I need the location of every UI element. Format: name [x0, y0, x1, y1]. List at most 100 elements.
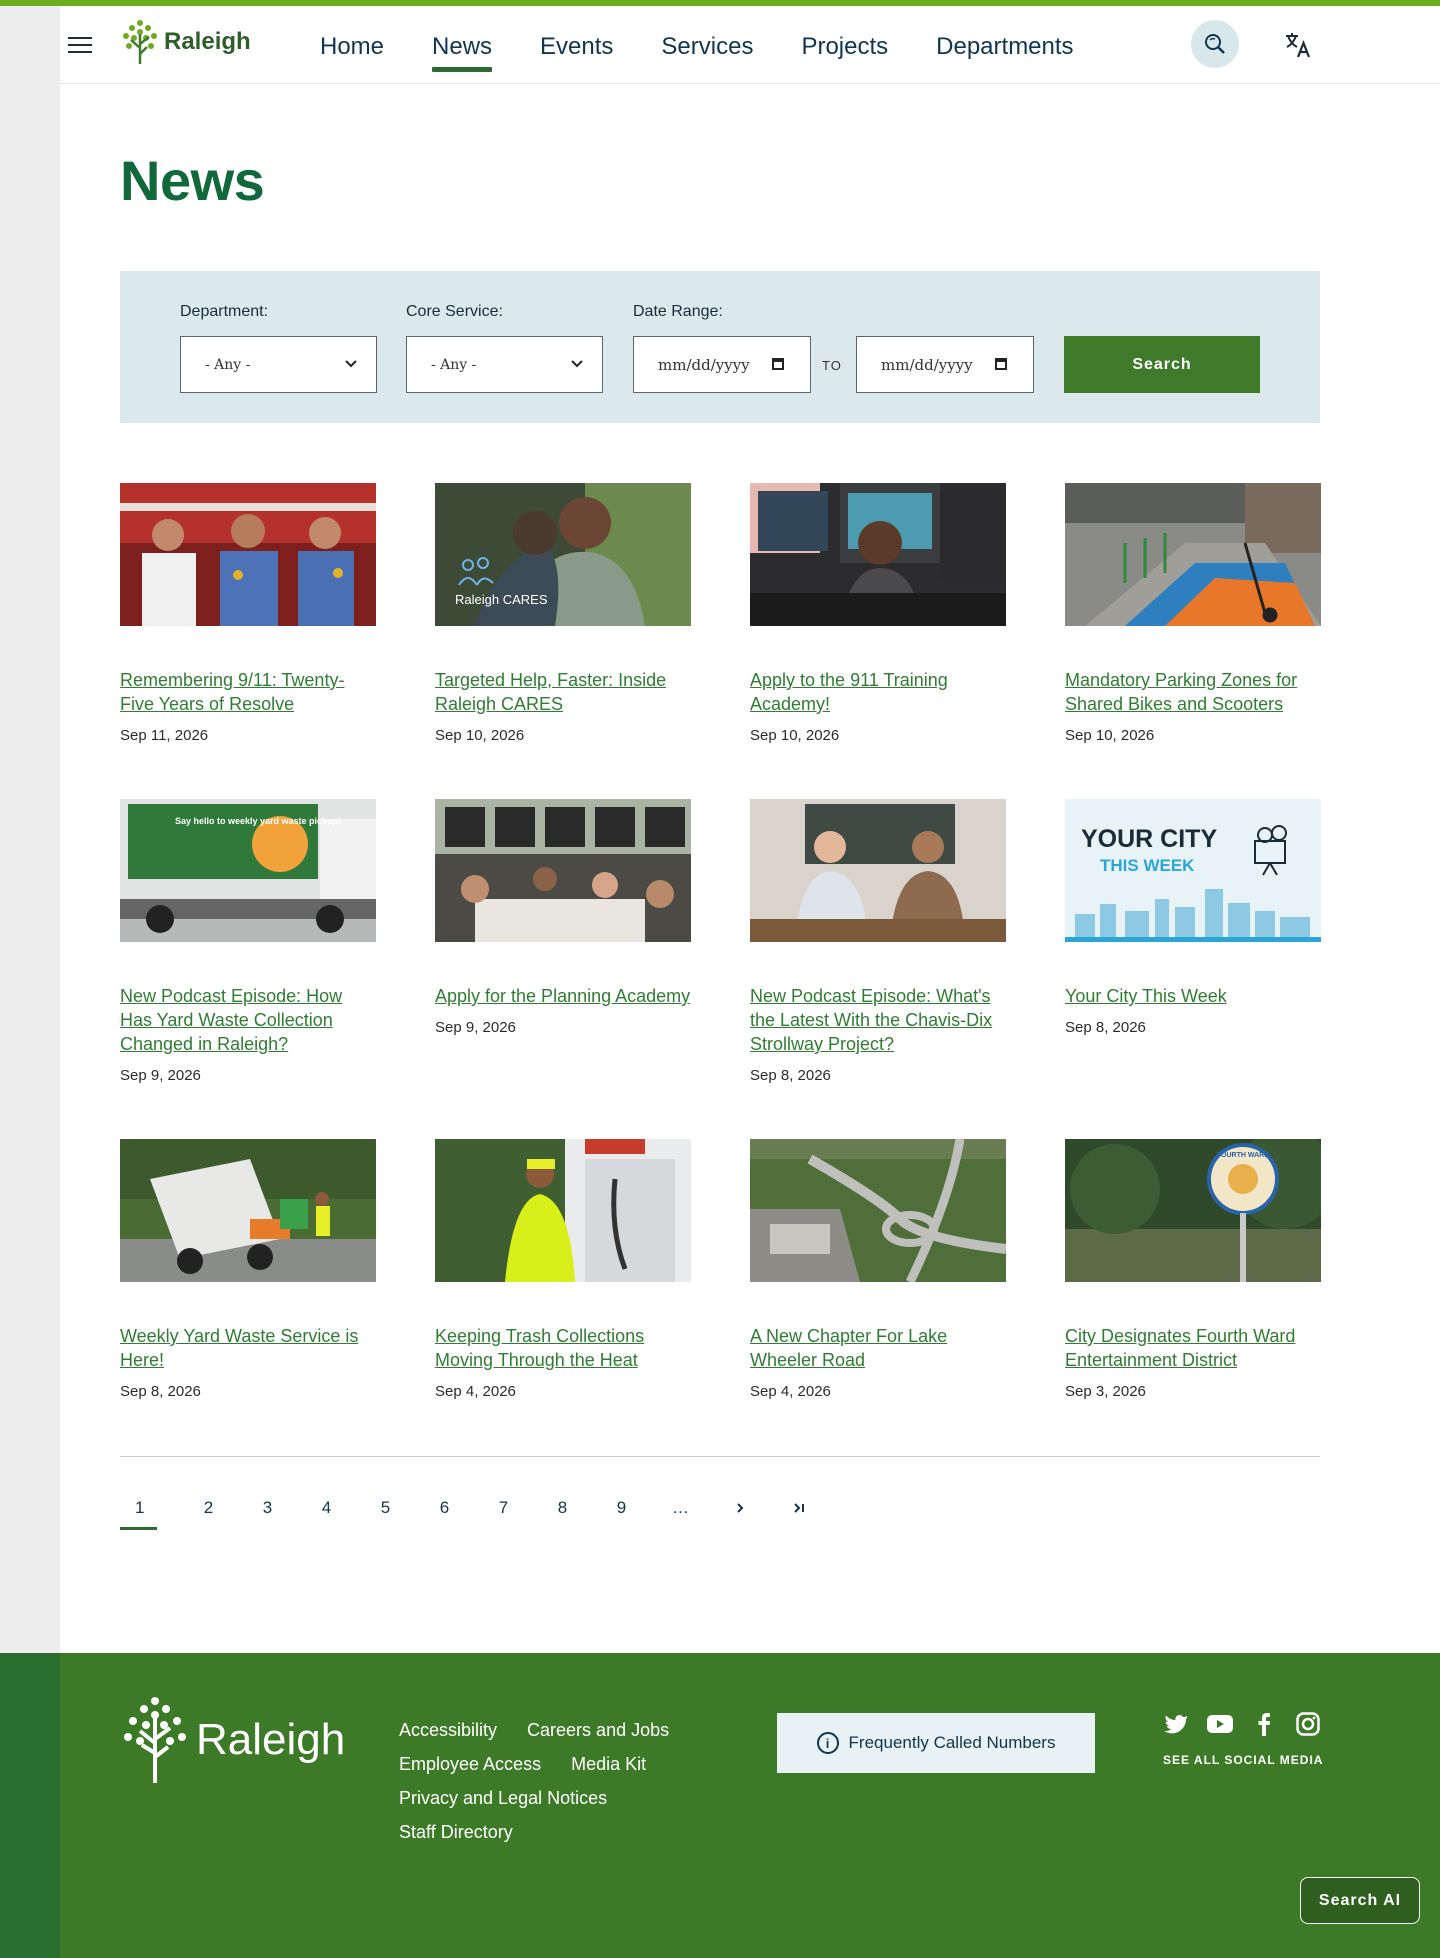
- news-card-date: Sep 10, 2026: [1065, 727, 1155, 744]
- core-service-select[interactable]: - Any -: [406, 336, 603, 393]
- news-card-image[interactable]: [1065, 483, 1321, 626]
- twitter-icon[interactable]: [1163, 1711, 1189, 1737]
- news-card-image[interactable]: FOURTH WARD: [1065, 1139, 1321, 1282]
- calendar-icon[interactable]: [772, 358, 784, 370]
- date-to-field[interactable]: mm/dd/yyyy: [856, 336, 1034, 393]
- footer-link-staff-directory[interactable]: Staff Directory: [399, 1822, 513, 1843]
- nav-item-services[interactable]: Services: [637, 24, 777, 70]
- news-card-date: Sep 3, 2026: [1065, 1383, 1146, 1400]
- news-card-date: Sep 4, 2026: [435, 1383, 516, 1400]
- news-card: A New Chapter For Lake Wheeler Road Sep …: [750, 1139, 1006, 1400]
- news-card-image[interactable]: [435, 1139, 691, 1282]
- news-card-title[interactable]: Keeping Trash Collections Moving Through…: [435, 1324, 691, 1372]
- news-card: Keeping Trash Collections Moving Through…: [435, 1139, 691, 1400]
- news-card-date: Sep 9, 2026: [435, 1019, 516, 1036]
- news-card-title[interactable]: A New Chapter For Lake Wheeler Road: [750, 1324, 1006, 1372]
- date-range-label: Date Range:: [633, 303, 723, 320]
- your-city-this-week-graphic: YOUR CITY THIS WEEK: [1065, 799, 1321, 942]
- nav-item-events[interactable]: Events: [516, 24, 637, 70]
- facebook-icon[interactable]: [1251, 1711, 1277, 1737]
- calendar-icon[interactable]: [995, 358, 1007, 370]
- news-card: YOUR CITY THIS WEEK Your City This Week …: [1065, 799, 1321, 1036]
- department-label: Department:: [180, 303, 269, 320]
- translate-button[interactable]: [1281, 28, 1315, 62]
- pagination-divider: [120, 1456, 1320, 1457]
- page-link-5[interactable]: 5: [356, 1490, 415, 1526]
- news-card-title[interactable]: Weekly Yard Waste Service is Here!: [120, 1324, 376, 1372]
- news-card-title[interactable]: Your City This Week: [1065, 984, 1321, 1008]
- page-link-1[interactable]: 1: [120, 1490, 179, 1530]
- page-link-2[interactable]: 2: [179, 1490, 238, 1526]
- news-card-title[interactable]: Apply to the 911 Training Academy!: [750, 668, 1006, 716]
- news-card: Weekly Yard Waste Service is Here! Sep 8…: [120, 1139, 376, 1400]
- social-icons: [1163, 1711, 1321, 1737]
- page-link-9[interactable]: 9: [592, 1490, 651, 1526]
- news-card-date: Sep 4, 2026: [750, 1383, 831, 1400]
- firefighters-photo: [120, 483, 376, 626]
- garbage-truck-photo: [120, 1139, 376, 1282]
- news-card: Mandatory Parking Zones for Shared Bikes…: [1065, 483, 1321, 744]
- news-card-image[interactable]: [435, 799, 691, 942]
- site-logo[interactable]: Raleigh: [120, 16, 251, 68]
- raleigh-cares-photo: Raleigh CARES: [435, 483, 691, 626]
- footer-link-accessibility[interactable]: Accessibility: [399, 1720, 497, 1741]
- news-card-title[interactable]: New Podcast Episode: How Has Yard Waste …: [120, 984, 376, 1056]
- news-card-image[interactable]: [120, 1139, 376, 1282]
- news-card: Say hello to weekly yard waste pickup! N…: [120, 799, 376, 1084]
- news-card-image[interactable]: [750, 799, 1006, 942]
- see-all-social-media-link[interactable]: SEE ALL SOCIAL MEDIA: [1163, 1753, 1323, 1767]
- nav-item-home[interactable]: Home: [296, 24, 408, 70]
- news-card-title[interactable]: Remembering 9/11: Twenty-Five Years of R…: [120, 668, 376, 716]
- site-search-button[interactable]: [1191, 20, 1239, 68]
- nav-item-projects[interactable]: Projects: [777, 24, 912, 70]
- raleigh-cares-overlay: Raleigh CARES: [455, 592, 548, 607]
- news-card: Apply to the 911 Training Academy! Sep 1…: [750, 483, 1006, 744]
- page-link-7[interactable]: 7: [474, 1490, 533, 1526]
- news-card-title[interactable]: Mandatory Parking Zones for Shared Bikes…: [1065, 668, 1321, 716]
- department-select[interactable]: - Any -: [180, 336, 377, 393]
- next-page-button[interactable]: [710, 1490, 769, 1526]
- core-service-label: Core Service:: [406, 303, 503, 320]
- page-link-6[interactable]: 6: [415, 1490, 474, 1526]
- instagram-icon[interactable]: [1295, 1711, 1321, 1737]
- news-card-title[interactable]: Targeted Help, Faster: Inside Raleigh CA…: [435, 668, 691, 716]
- last-page-button[interactable]: [769, 1490, 828, 1526]
- footer-link-employee-access[interactable]: Employee Access: [399, 1754, 541, 1775]
- core-service-select-value: - Any -: [431, 356, 477, 373]
- search-ai-button[interactable]: Search AI: [1300, 1877, 1420, 1924]
- news-card-image[interactable]: YOUR CITY THIS WEEK: [1065, 799, 1321, 942]
- hamburger-menu-button[interactable]: [60, 25, 100, 65]
- news-card: Raleigh CARES Targeted Help, Faster: Ins…: [435, 483, 691, 744]
- nav-item-departments[interactable]: Departments: [912, 24, 1097, 70]
- last-page-icon: [793, 1503, 804, 1513]
- page-title: News: [120, 149, 265, 212]
- filter-search-button[interactable]: Search: [1064, 336, 1260, 393]
- news-card-image[interactable]: [120, 483, 376, 626]
- page-link-8[interactable]: 8: [533, 1490, 592, 1526]
- page-ellipsis: …: [672, 1498, 689, 1517]
- news-card-image[interactable]: [750, 1139, 1006, 1282]
- news-card-title[interactable]: New Podcast Episode: What's the Latest W…: [750, 984, 1006, 1056]
- department-select-value: - Any -: [205, 356, 251, 373]
- page-link-3[interactable]: 3: [238, 1490, 297, 1526]
- nav-item-news[interactable]: News: [408, 24, 516, 72]
- youtube-icon[interactable]: [1207, 1711, 1233, 1737]
- news-card-image[interactable]: [750, 483, 1006, 626]
- footer-link-privacy[interactable]: Privacy and Legal Notices: [399, 1788, 607, 1809]
- footer-logo[interactable]: Raleigh: [120, 1695, 345, 1785]
- date-from-field[interactable]: mm/dd/yyyy: [633, 336, 811, 393]
- truck-overlay-text: Say hello to weekly yard waste pickup!: [175, 816, 341, 826]
- news-card-title[interactable]: City Designates Fourth Ward Entertainmen…: [1065, 1324, 1321, 1372]
- news-card-title[interactable]: Apply for the Planning Academy: [435, 984, 691, 1008]
- chevron-down-icon: [345, 360, 357, 368]
- news-card-date: Sep 11, 2026: [120, 727, 209, 744]
- main-nav: Home News Events Services Projects Depar…: [296, 24, 1098, 72]
- news-card-image[interactable]: Say hello to weekly yard waste pickup!: [120, 799, 376, 942]
- footer-link-careers[interactable]: Careers and Jobs: [527, 1720, 669, 1741]
- page-link-4[interactable]: 4: [297, 1490, 356, 1526]
- news-card-image[interactable]: Raleigh CARES: [435, 483, 691, 626]
- news-card-date: Sep 8, 2026: [1065, 1019, 1146, 1036]
- frequently-called-numbers-button[interactable]: i Frequently Called Numbers: [777, 1713, 1095, 1773]
- footer-link-media-kit[interactable]: Media Kit: [571, 1754, 646, 1775]
- translate-icon: [1286, 33, 1311, 58]
